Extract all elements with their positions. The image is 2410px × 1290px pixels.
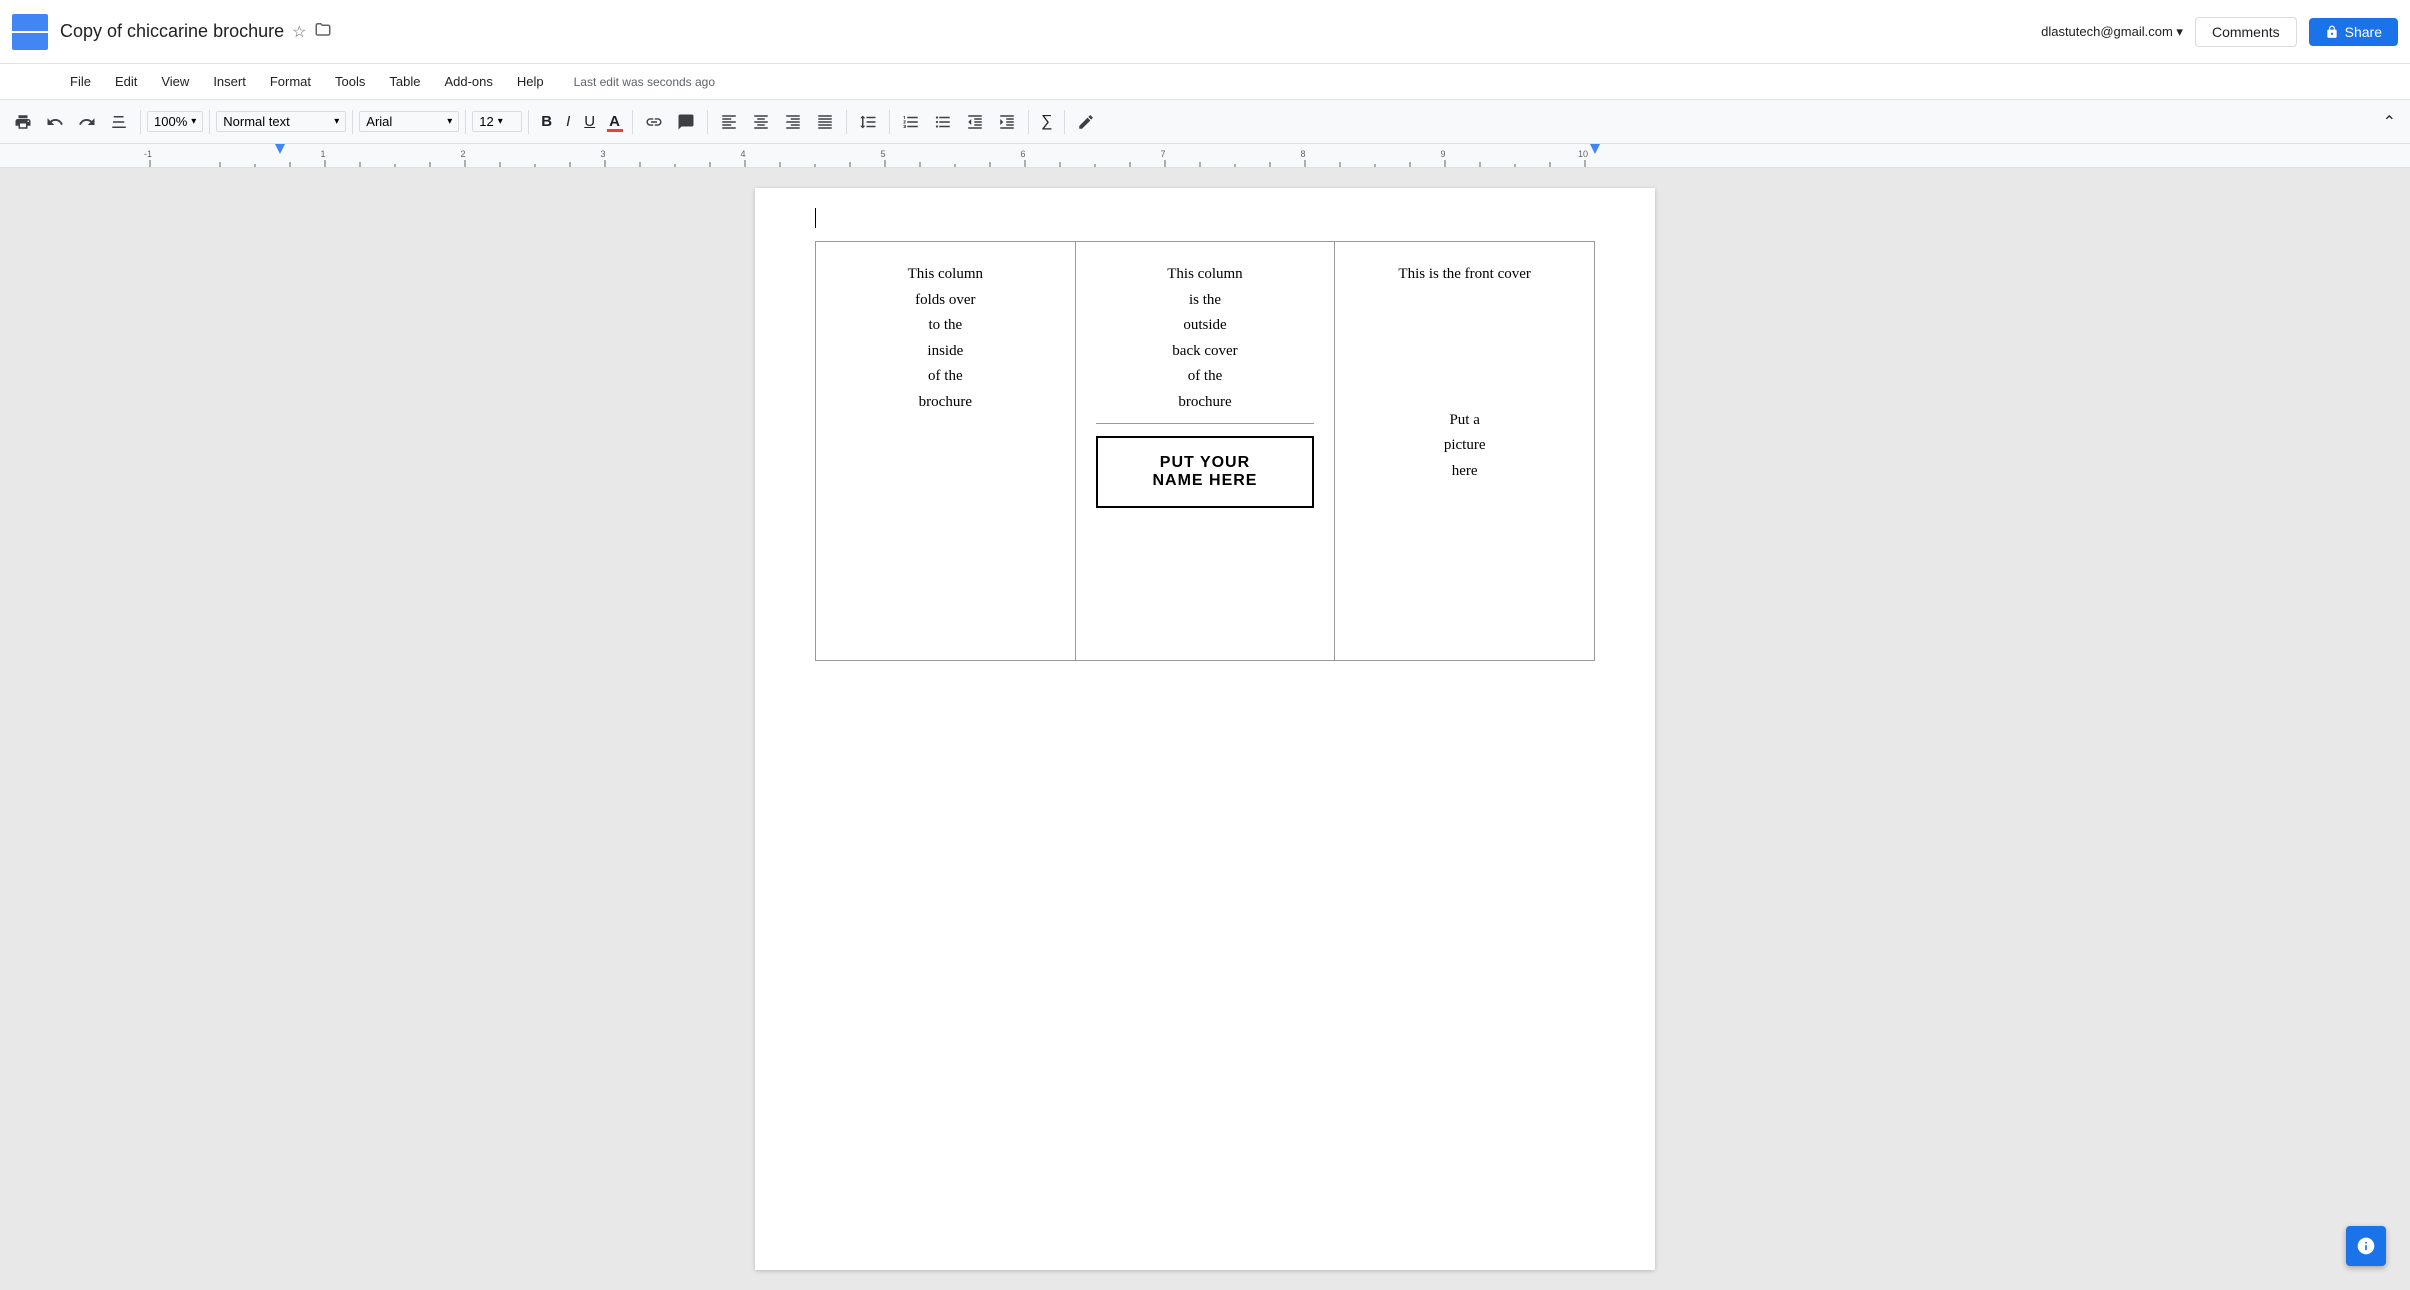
fontsize-control[interactable]: 12 ▾ <box>472 111 522 132</box>
style-value: Normal text <box>223 114 289 129</box>
menu-file[interactable]: File <box>60 70 101 93</box>
menu-tools[interactable]: Tools <box>325 70 375 93</box>
separator-10 <box>1028 110 1029 134</box>
menu-help[interactable]: Help <box>507 70 554 93</box>
separator-4 <box>465 110 466 134</box>
top-right-actions: dlastutech@gmail.com ▾ Comments Share <box>2041 17 2398 47</box>
separator-7 <box>707 110 708 134</box>
svg-text:3: 3 <box>600 149 605 159</box>
svg-text:9: 9 <box>1440 149 1445 159</box>
table-row: This column folds over to the inside of … <box>816 242 1595 661</box>
paint-format-button[interactable] <box>104 109 134 135</box>
separator-8 <box>846 110 847 134</box>
font-color-button[interactable]: A <box>603 109 626 134</box>
align-right-button[interactable] <box>778 109 808 135</box>
italic-button[interactable]: I <box>560 109 576 134</box>
svg-text:10: 10 <box>1578 149 1588 159</box>
brochure-table[interactable]: This column folds over to the inside of … <box>815 241 1595 661</box>
zoom-control[interactable]: 100% ▾ <box>147 111 203 132</box>
redo-button[interactable] <box>72 109 102 135</box>
undo-button[interactable] <box>40 109 70 135</box>
svg-text:8: 8 <box>1300 149 1305 159</box>
fontsize-arrow: ▾ <box>498 116 503 127</box>
separator-11 <box>1064 110 1065 134</box>
brochure-col1[interactable]: This column folds over to the inside of … <box>816 242 1076 661</box>
svg-text:6: 6 <box>1020 149 1025 159</box>
underline-button[interactable]: U <box>578 109 601 134</box>
last-edit-status: Last edit was seconds ago <box>574 75 715 89</box>
separator-9 <box>889 110 890 134</box>
col2-lower-space <box>1096 520 1315 640</box>
text-cursor <box>815 208 816 228</box>
separator-5 <box>528 110 529 134</box>
share-button[interactable]: Share <box>2309 18 2398 46</box>
align-left-button[interactable] <box>714 109 744 135</box>
col2-divider <box>1096 423 1315 424</box>
font-arrow: ▾ <box>447 116 452 127</box>
col2-name-box[interactable]: PUT YOUR NAME HERE <box>1096 436 1315 508</box>
insert-link-button[interactable] <box>639 109 669 135</box>
style-arrow: ▾ <box>334 116 339 127</box>
menu-edit[interactable]: Edit <box>105 70 147 93</box>
font-color-indicator <box>607 129 623 132</box>
menu-insert[interactable]: Insert <box>203 70 256 93</box>
increase-indent-button[interactable] <box>992 109 1022 135</box>
assistant-button[interactable] <box>2346 1226 2386 1266</box>
folder-icon[interactable] <box>314 20 332 43</box>
doc-title-area: Copy of chiccarine brochure ☆ <box>60 20 2041 43</box>
zoom-value: 100% <box>154 114 187 129</box>
col3-picture-text: Put a picture here <box>1355 408 1574 485</box>
comments-button[interactable]: Comments <box>2195 17 2297 47</box>
top-bar: Copy of chiccarine brochure ☆ dlastutech… <box>0 0 2410 64</box>
decrease-indent-button[interactable] <box>960 109 990 135</box>
menu-view[interactable]: View <box>151 70 199 93</box>
col2-upper-text: This column is the outside back cover of… <box>1096 262 1315 415</box>
ruler-svg: -1 1 2 3 4 5 <box>0 144 2410 167</box>
style-control[interactable]: Normal text ▾ <box>216 111 346 132</box>
formula-button[interactable]: ∑ <box>1035 109 1058 135</box>
bold-button[interactable]: B <box>535 109 558 134</box>
svg-text:4: 4 <box>740 149 745 159</box>
app-menu-button[interactable] <box>12 14 48 50</box>
star-icon[interactable]: ☆ <box>292 22 306 42</box>
menu-table[interactable]: Table <box>379 70 430 93</box>
menu-addons[interactable]: Add-ons <box>434 70 502 93</box>
print-button[interactable] <box>8 109 38 135</box>
separator-3 <box>352 110 353 134</box>
fontsize-value: 12 <box>479 114 493 129</box>
font-control[interactable]: Arial ▾ <box>359 111 459 132</box>
numbered-list-button[interactable] <box>896 109 926 135</box>
user-email: dlastutech@gmail.com ▾ <box>2041 24 2183 40</box>
align-center-button[interactable] <box>746 109 776 135</box>
col1-text: This column folds over to the inside of … <box>836 262 1055 415</box>
font-value: Arial <box>366 114 392 129</box>
svg-text:2: 2 <box>460 149 465 159</box>
align-justify-button[interactable] <box>810 109 840 135</box>
assistant-icon <box>2356 1236 2376 1256</box>
svg-text:1: 1 <box>320 149 325 159</box>
toolbar-collapse-button[interactable]: ⌃ <box>2377 108 2402 136</box>
menu-format[interactable]: Format <box>260 70 321 93</box>
svg-text:7: 7 <box>1160 149 1165 159</box>
bullet-list-button[interactable] <box>928 109 958 135</box>
menu-bar: File Edit View Insert Format Tools Table… <box>0 64 2410 100</box>
pen-button[interactable] <box>1071 109 1101 135</box>
separator-2 <box>209 110 210 134</box>
insert-comment-button[interactable] <box>671 109 701 135</box>
svg-text:5: 5 <box>880 149 885 159</box>
separator-6 <box>632 110 633 134</box>
col3-upper-text: This is the front cover <box>1355 262 1574 288</box>
zoom-arrow: ▾ <box>191 116 196 127</box>
brochure-col2[interactable]: This column is the outside back cover of… <box>1075 242 1335 661</box>
document-area: This column folds over to the inside of … <box>0 168 2410 1290</box>
brochure-col3[interactable]: This is the front cover Put a picture he… <box>1335 242 1595 661</box>
svg-text:-1: -1 <box>144 149 152 159</box>
line-spacing-button[interactable] <box>853 109 883 135</box>
doc-title: Copy of chiccarine brochure <box>60 21 284 42</box>
toolbar: 100% ▾ Normal text ▾ Arial ▾ 12 ▾ B I U … <box>0 100 2410 144</box>
ruler: -1 1 2 3 4 5 <box>0 144 2410 168</box>
separator-1 <box>140 110 141 134</box>
document-page[interactable]: This column folds over to the inside of … <box>755 188 1655 1270</box>
